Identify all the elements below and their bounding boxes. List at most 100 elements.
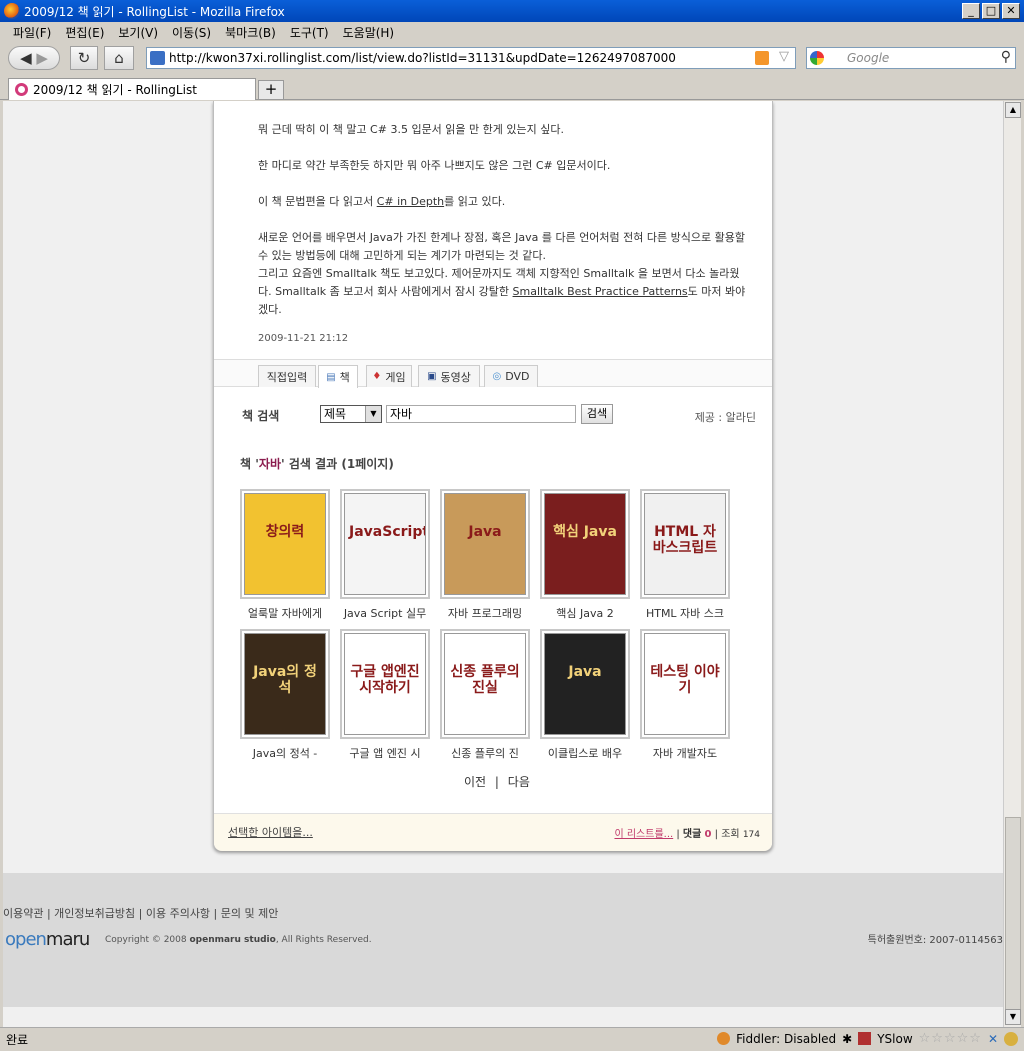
cover-text: Java: [568, 664, 602, 680]
dropdown-icon[interactable]: ▽: [779, 49, 789, 64]
book-title[interactable]: 이클립스로 배우: [535, 745, 635, 761]
reload-button[interactable]: ↻: [70, 46, 98, 70]
list-card: 뭐 근데 딱히 이 책 말고 C# 3.5 입문서 읽을 만 한게 있는지 싶다…: [213, 101, 773, 851]
menu-help[interactable]: 도움말(H): [336, 24, 402, 41]
home-icon: ⌂: [114, 49, 124, 67]
book-cover[interactable]: JavaScript: [340, 489, 430, 599]
cover-text: 테스팅 이야기: [650, 664, 720, 696]
book-title[interactable]: 자바 프로그래밍: [435, 605, 535, 621]
menu-view[interactable]: 보기(V): [111, 24, 165, 41]
book-title[interactable]: 구글 앱 엔진 시: [335, 745, 435, 761]
dvd-icon: ◎: [492, 371, 502, 382]
list-stats: 이 리스트를... | 댓글 0 | 조회 174: [614, 829, 760, 840]
menu-bookmarks[interactable]: 북마크(B): [218, 24, 283, 41]
logo-part: maru: [45, 929, 90, 950]
site-icon: [150, 51, 165, 65]
scroll-up-icon[interactable]: ▲: [1005, 102, 1021, 118]
search-icon[interactable]: ⚲: [1001, 49, 1011, 65]
firefox-icon: [4, 3, 20, 19]
scroll-down-icon[interactable]: ▼: [1005, 1009, 1021, 1025]
tab-video[interactable]: ▣ 동영상: [418, 365, 480, 387]
book-search-label: 책 검색: [242, 409, 280, 423]
book-title[interactable]: 핵심 Java 2: [535, 605, 635, 621]
book-title[interactable]: HTML 자바 스크: [635, 605, 735, 621]
smalltalk-patterns-link[interactable]: Smalltalk Best Practice Patterns: [513, 285, 688, 298]
post-date: 2009-11-21 21:12: [258, 333, 349, 344]
book-cover-image: Java: [544, 633, 626, 735]
selected-items-link[interactable]: 선택한 아이템을...: [228, 824, 313, 840]
tab-book[interactable]: ▤ 책: [318, 365, 358, 388]
prev-link[interactable]: 이전: [464, 775, 486, 789]
review-paragraph-1: 뭐 근데 딱히 이 책 말고 C# 3.5 입문서 읽을 만 한게 있는지 싶다…: [258, 123, 564, 136]
text: openmaru studio: [189, 935, 276, 945]
book-cover-image: JavaScript: [344, 493, 426, 595]
book-cover-image: Java: [444, 493, 526, 595]
comments-label[interactable]: 댓글: [683, 829, 701, 840]
tab-game[interactable]: ♦ 게임: [366, 365, 412, 387]
search-result-title: 책 '자바' 검색 결과 (1페이지): [240, 455, 394, 472]
tab-dvd[interactable]: ◎ DVD: [484, 365, 538, 387]
book-cover[interactable]: 테스팅 이야기: [640, 629, 730, 739]
minimize-button[interactable]: _: [962, 3, 980, 19]
tab-title: 2009/12 책 읽기 - RollingList: [33, 83, 197, 97]
search-bar[interactable]: Google ⚲: [806, 47, 1016, 69]
chevron-down-icon[interactable]: ▼: [365, 406, 381, 422]
book-cover[interactable]: Java: [540, 629, 630, 739]
greasemonkey-icon[interactable]: [1004, 1031, 1018, 1046]
back-forward-buttons[interactable]: ◀ ▶: [8, 46, 60, 70]
book-search-input[interactable]: 자바: [386, 405, 576, 423]
bug-icon[interactable]: ✱: [842, 1032, 852, 1046]
rss-icon[interactable]: [755, 51, 769, 65]
book-cover[interactable]: Java의 정석: [240, 629, 330, 739]
browser-tab[interactable]: 2009/12 책 읽기 - RollingList: [8, 78, 256, 100]
card-footer: 선택한 아이템을... 이 리스트를... | 댓글 0 | 조회 174: [214, 813, 772, 851]
book-cover-image: 구글 앱엔진 시작하기: [344, 633, 426, 735]
home-button[interactable]: ⌂: [104, 46, 134, 70]
book-cover[interactable]: Java: [440, 489, 530, 599]
cover-text: 핵심 Java: [553, 524, 617, 540]
book-cover[interactable]: 핵심 Java: [540, 489, 630, 599]
tab-label: DVD: [505, 370, 530, 383]
google-icon[interactable]: [810, 51, 824, 65]
share-icon[interactable]: ✕: [988, 1032, 998, 1046]
book-title[interactable]: 얼룩말 자바에게: [235, 605, 335, 621]
url-bar[interactable]: http://kwon37xi.rollinglist.com/list/vie…: [146, 47, 796, 69]
maximize-button[interactable]: □: [982, 3, 1000, 19]
book-cover[interactable]: HTML 자바스크립트: [640, 489, 730, 599]
tab-direct-input[interactable]: 직접입력: [258, 365, 316, 387]
next-link[interactable]: 다음: [508, 775, 530, 789]
book-icon: ▤: [326, 371, 336, 383]
yslow-label[interactable]: YSlow: [877, 1032, 912, 1046]
search-field-select[interactable]: 제목 ▼: [320, 405, 382, 423]
footer-links[interactable]: 이용약관 | 개인정보취급방침 | 이용 주의사항 | 문의 및 제안: [3, 905, 278, 921]
book-title[interactable]: 신종 플루의 진: [435, 745, 535, 761]
input-tabs: 직접입력 ▤ 책 ♦ 게임 ▣ 동영상 ◎ DVD: [214, 359, 772, 388]
cover-text: 창의력: [265, 524, 305, 540]
vertical-scrollbar[interactable]: ▲ ▼: [1003, 101, 1021, 1027]
menu-file[interactable]: 파일(F): [6, 24, 58, 41]
csharp-in-depth-link[interactable]: C# in Depth: [377, 195, 444, 208]
menu-go[interactable]: 이동(S): [165, 24, 218, 41]
cover-text: HTML 자바스크립트: [652, 524, 718, 556]
select-value: 제목: [324, 407, 347, 421]
menu-tools[interactable]: 도구(T): [283, 24, 336, 41]
close-button[interactable]: ✕: [1002, 3, 1020, 19]
forward-arrow-icon[interactable]: ▶: [36, 49, 48, 67]
book-cover-image: HTML 자바스크립트: [644, 493, 726, 595]
book-cover[interactable]: 창의력: [240, 489, 330, 599]
book-cover[interactable]: 구글 앱엔진 시작하기: [340, 629, 430, 739]
list-action-link[interactable]: 이 리스트를...: [614, 829, 673, 840]
book-title[interactable]: Java의 정석 -: [235, 745, 335, 761]
text: 를 읽고 있다.: [444, 195, 506, 208]
scroll-thumb[interactable]: [1005, 817, 1021, 1017]
back-arrow-icon[interactable]: ◀: [20, 49, 32, 67]
book-search-button[interactable]: 검색: [581, 404, 613, 424]
rating-stars[interactable]: ☆☆☆☆☆: [919, 1031, 982, 1046]
new-tab-button[interactable]: +: [258, 80, 284, 100]
book-title[interactable]: Java Script 실무: [335, 605, 435, 621]
status-text: 완료: [6, 1033, 29, 1047]
book-cover[interactable]: 신종 플루의 진실: [440, 629, 530, 739]
menu-edit[interactable]: 편집(E): [58, 24, 111, 41]
book-title[interactable]: 자바 개발자도: [635, 745, 735, 761]
fiddler-status[interactable]: Fiddler: Disabled: [736, 1032, 836, 1046]
